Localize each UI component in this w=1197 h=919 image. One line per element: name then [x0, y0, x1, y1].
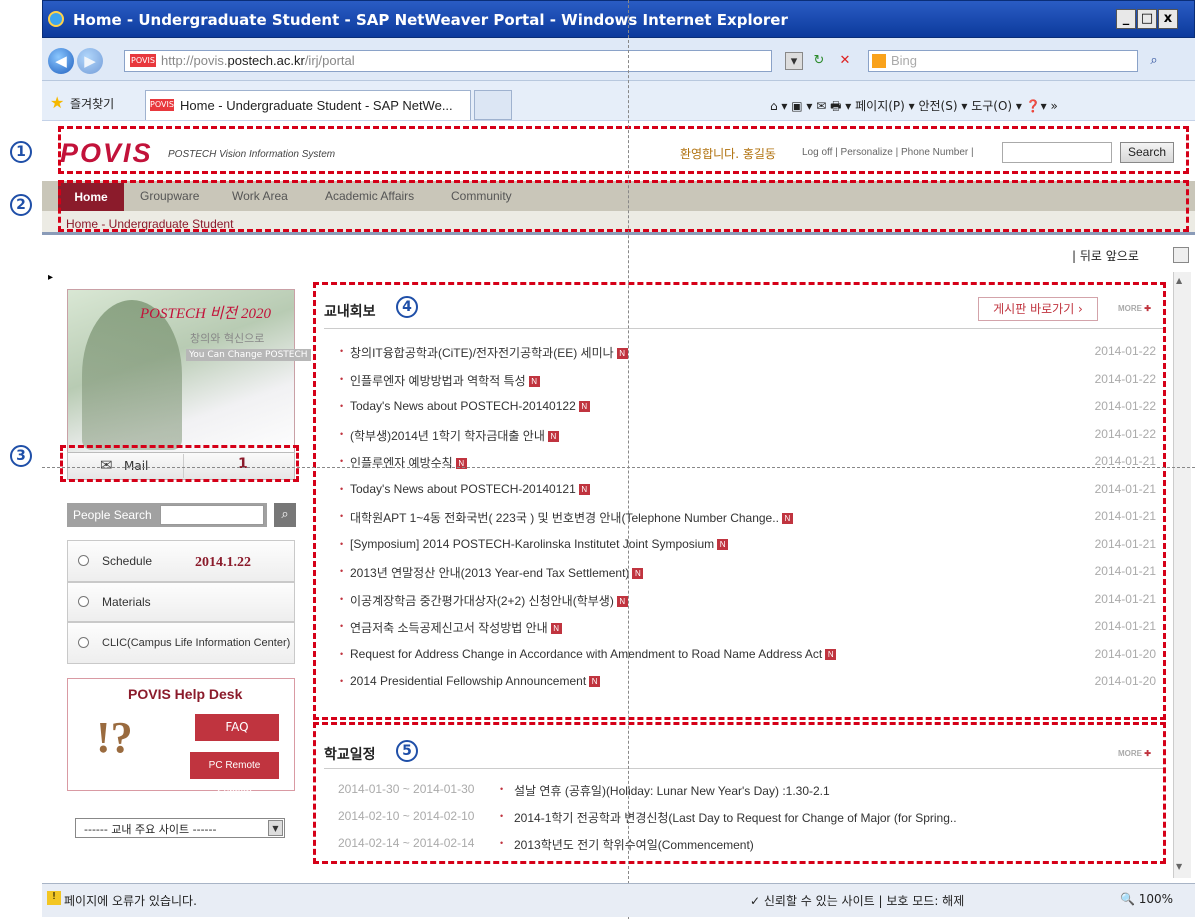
materials-label: Materials [102, 595, 151, 609]
site-select[interactable]: ------ 교내 주요 사이트 ------ [75, 818, 285, 838]
tab-favicon: POVIS [150, 99, 174, 111]
question-mark-icon: !? [96, 713, 133, 762]
search-input[interactable]: Bing [868, 50, 1138, 72]
annotation-marker-5: 5 [396, 740, 418, 762]
address-input[interactable]: http://povis.postech.ac.kr/irj/portal [124, 50, 772, 72]
people-search-input[interactable] [160, 505, 264, 525]
annotation-marker-1: 1 [10, 141, 32, 163]
trust-zone[interactable]: ✓ 신뢰할 수 있는 사이트 | 보호 모드: 해제 [750, 892, 964, 909]
command-bar[interactable]: ⌂ ▾ ▣ ▾ ✉ 🖶 ▾ 페이지(P) ▾ 안전(S) ▾ 도구(O) ▾ ❓… [770, 97, 1058, 118]
window-title: Home - Undergraduate Student - SAP NetWe… [73, 11, 788, 29]
schedule-date: 2014.1.22 [195, 555, 251, 570]
ie-icon [48, 11, 64, 27]
address-dropdown-icon[interactable]: ▾ [785, 52, 803, 70]
pc-remote-support-button[interactable]: PC Remote Support [190, 752, 279, 798]
zoom-level[interactable]: 🔍 100% [1120, 892, 1173, 906]
clic-label: CLIC(Campus Life Information Center) [102, 637, 291, 649]
annotation-box-header [58, 126, 1189, 174]
address-host: postech.ac.kr [227, 53, 305, 68]
bing-icon [872, 54, 886, 68]
status-bar [42, 883, 1195, 917]
schedule-item[interactable]: Schedule [67, 540, 295, 582]
annotation-marker-4: 4 [396, 296, 418, 318]
warning-icon: ! [47, 891, 61, 905]
scroll-down-icon[interactable]: ▼ [1176, 862, 1188, 874]
refresh-icon[interactable]: ↻ [810, 52, 828, 70]
favorites-label[interactable]: 즐겨찾기 [70, 95, 114, 112]
browser-tab[interactable]: Home - Undergraduate Student - SAP NetWe… [145, 90, 471, 120]
favorites-star-icon[interactable]: ★ [50, 93, 64, 112]
address-prefix: http://povis. [161, 53, 228, 68]
people-search-button[interactable]: ⌕ [274, 503, 296, 527]
close-button[interactable]: x [1158, 9, 1178, 29]
annotation-box-mail [60, 445, 299, 482]
faq-button[interactable]: FAQ [195, 714, 279, 741]
scroll-up-icon[interactable]: ▲ [1176, 276, 1188, 288]
annotation-box-schedule [313, 722, 1166, 864]
annotation-marker-2: 2 [10, 194, 32, 216]
forward-button[interactable]: ▶ [77, 48, 103, 74]
annotation-box-news [313, 282, 1166, 720]
schedule-label: Schedule [102, 554, 153, 568]
window-title-bar: Home - Undergraduate Student - SAP NetWe… [42, 0, 1195, 38]
radio-icon [78, 596, 89, 607]
scrollbar[interactable] [1173, 272, 1191, 878]
status-message[interactable]: 페이지에 오류가 있습니다. [64, 892, 197, 909]
new-tab-button[interactable] [474, 90, 512, 120]
banner-title: POSTECH 비전 2020 [140, 306, 271, 322]
back-forward-links[interactable]: | 뒤로 앞으로 [1072, 247, 1139, 264]
materials-item[interactable]: Materials [67, 582, 295, 622]
expand-arrow-icon[interactable]: ▸ [48, 272, 53, 283]
banner-subtitle: 창의와 혁신으로 [190, 332, 265, 345]
search-icon[interactable]: ⌕ [1145, 52, 1163, 70]
guide-line-horizontal [42, 467, 1195, 468]
restore-button[interactable]: □ [1137, 9, 1157, 29]
radio-icon [78, 637, 89, 648]
banner-english: You Can Change POSTECH [186, 349, 311, 361]
back-button[interactable]: ◀ [48, 48, 74, 74]
print-icon[interactable] [1173, 247, 1189, 263]
clic-item[interactable]: CLIC(Campus Life Information Center) [67, 622, 295, 664]
helpdesk-title: POVIS Help Desk [128, 686, 243, 702]
annotation-box-nav [58, 180, 1189, 232]
minimize-button[interactable]: _ [1116, 9, 1136, 29]
guide-line-vertical [628, 0, 629, 919]
radio-icon [78, 555, 89, 566]
site-favicon: POVIS [130, 54, 156, 67]
chevron-down-icon[interactable]: ▼ [268, 820, 283, 836]
address-suffix: /irj/portal [304, 53, 355, 68]
annotation-marker-3: 3 [10, 445, 32, 467]
stop-icon[interactable]: ✕ [836, 52, 854, 70]
